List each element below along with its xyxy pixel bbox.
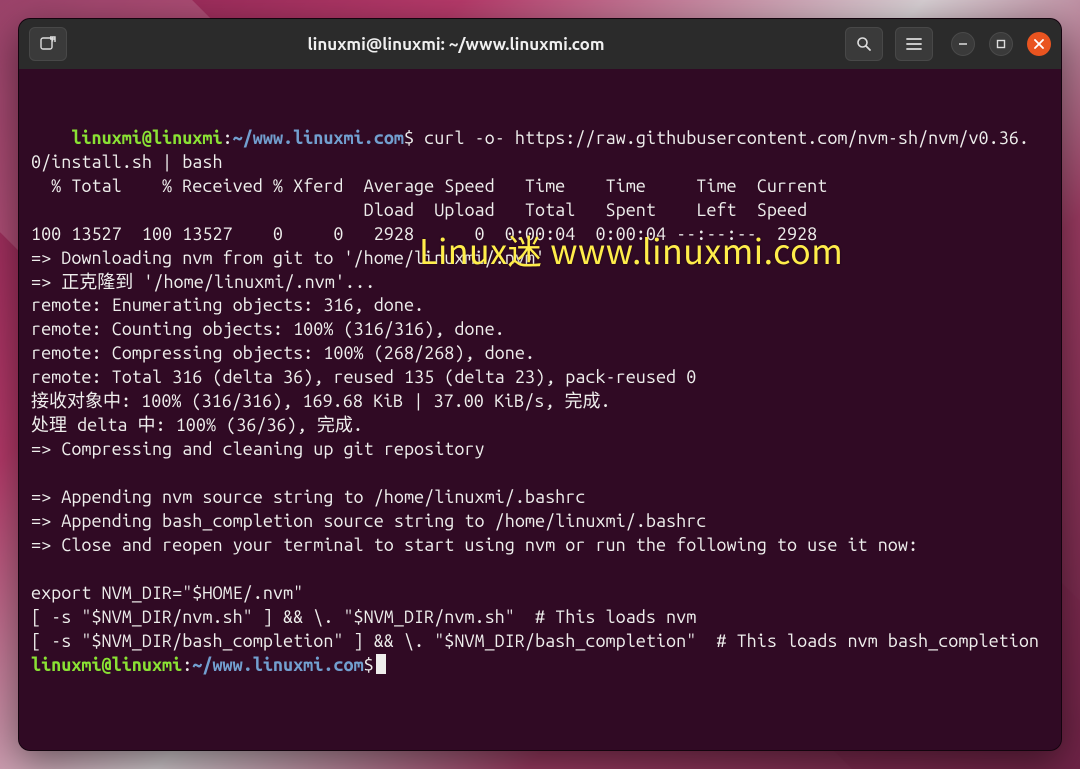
output-line: [ -s "$NVM_DIR/bash_completion" ] && \. … <box>31 631 1039 651</box>
search-icon <box>856 36 872 52</box>
close-button[interactable] <box>1027 32 1051 56</box>
close-icon <box>1034 39 1044 49</box>
terminal-window: linuxmi@linuxmi: ~/www.linuxmi.com <box>18 18 1062 751</box>
output-line: % Total % Received % Xferd Average Speed… <box>31 176 827 196</box>
menu-button[interactable] <box>895 27 933 61</box>
prompt-user-host: linuxmi@linuxmi <box>71 128 222 148</box>
output-line: 100 13527 100 13527 0 0 2928 0 0:00:04 0… <box>31 224 817 244</box>
terminal-content[interactable]: Linux迷 www.linuxmi.com linuxmi@linuxmi:~… <box>19 69 1061 750</box>
titlebar: linuxmi@linuxmi: ~/www.linuxmi.com <box>19 19 1061 69</box>
output-line: => Downloading nvm from git to '/home/li… <box>31 248 545 268</box>
cursor <box>376 654 386 674</box>
minimize-button[interactable] <box>951 32 975 56</box>
minimize-icon <box>958 39 968 49</box>
output-line: remote: Counting objects: 100% (316/316)… <box>31 319 505 339</box>
output-line: => 正克隆到 '/home/linuxmi/.nvm'... <box>31 272 375 292</box>
prompt-path: ~/www.linuxmi.com <box>192 655 363 675</box>
output-line: remote: Total 316 (delta 36), reused 135… <box>31 367 696 387</box>
prompt-end: $ <box>404 128 414 148</box>
output-line: => Close and reopen your terminal to sta… <box>31 535 918 555</box>
output-line: 处理 delta 中: 100% (36/36), 完成. <box>31 415 363 435</box>
output-line: Dload Upload Total Spent Left Speed <box>31 200 807 220</box>
search-button[interactable] <box>845 27 883 61</box>
prompt-sep: : <box>182 655 192 675</box>
new-tab-button[interactable] <box>29 27 67 61</box>
output-line: => Appending nvm source string to /home/… <box>31 487 585 507</box>
output-line: remote: Enumerating objects: 316, done. <box>31 295 424 315</box>
output-line: remote: Compressing objects: 100% (268/2… <box>31 343 535 363</box>
prompt-sep: : <box>223 128 233 148</box>
hamburger-icon <box>906 37 922 51</box>
prompt-end: $ <box>364 655 374 675</box>
output-line: => Appending bash_completion source stri… <box>31 511 706 531</box>
new-tab-icon <box>39 35 57 53</box>
output-line: => Compressing and cleaning up git repos… <box>31 439 485 459</box>
output-line: export NVM_DIR="$HOME/.nvm" <box>31 583 303 603</box>
window-controls <box>945 32 1051 56</box>
prompt-user-host: linuxmi@linuxmi <box>31 655 182 675</box>
prompt-path: ~/www.linuxmi.com <box>233 128 404 148</box>
window-title: linuxmi@linuxmi: ~/www.linuxmi.com <box>79 35 833 54</box>
output-line: [ -s "$NVM_DIR/nvm.sh" ] && \. "$NVM_DIR… <box>31 607 696 627</box>
maximize-button[interactable] <box>989 32 1013 56</box>
maximize-icon <box>996 39 1006 49</box>
output-line: 接收对象中: 100% (316/316), 169.68 KiB | 37.0… <box>31 391 611 411</box>
